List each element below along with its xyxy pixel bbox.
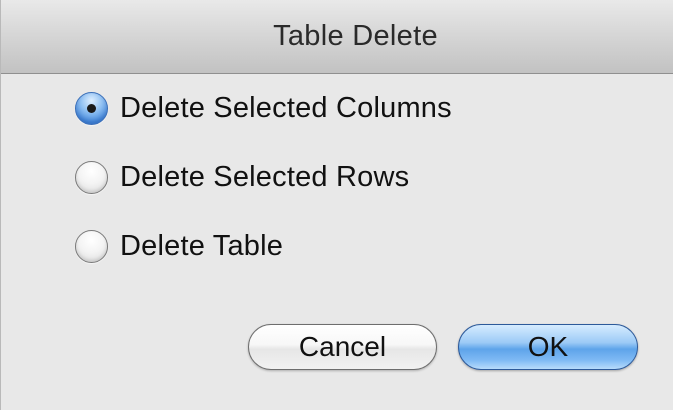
radio-button-checked[interactable] bbox=[75, 91, 108, 125]
radio-button-unchecked[interactable] bbox=[75, 229, 108, 263]
ok-button[interactable]: OK bbox=[458, 324, 638, 370]
cancel-button[interactable]: Cancel bbox=[248, 324, 437, 370]
dialog-content: Delete Selected Columns Delete Selected … bbox=[1, 74, 673, 410]
option-label: Delete Selected Columns bbox=[120, 91, 452, 124]
dialog-title: Table Delete bbox=[273, 20, 438, 52]
option-label: Delete Selected Rows bbox=[120, 160, 410, 193]
title-bar[interactable]: Table Delete bbox=[1, 0, 673, 74]
option-delete-table[interactable]: Delete Table bbox=[75, 226, 283, 266]
radio-dot-icon bbox=[87, 103, 96, 113]
option-label: Delete Table bbox=[120, 229, 284, 262]
radio-button-unchecked[interactable] bbox=[75, 160, 108, 194]
option-delete-selected-rows[interactable]: Delete Selected Rows bbox=[75, 157, 409, 197]
table-delete-dialog: Table Delete Delete Selected Columns Del… bbox=[0, 0, 673, 410]
option-delete-selected-columns[interactable]: Delete Selected Columns bbox=[75, 88, 452, 128]
